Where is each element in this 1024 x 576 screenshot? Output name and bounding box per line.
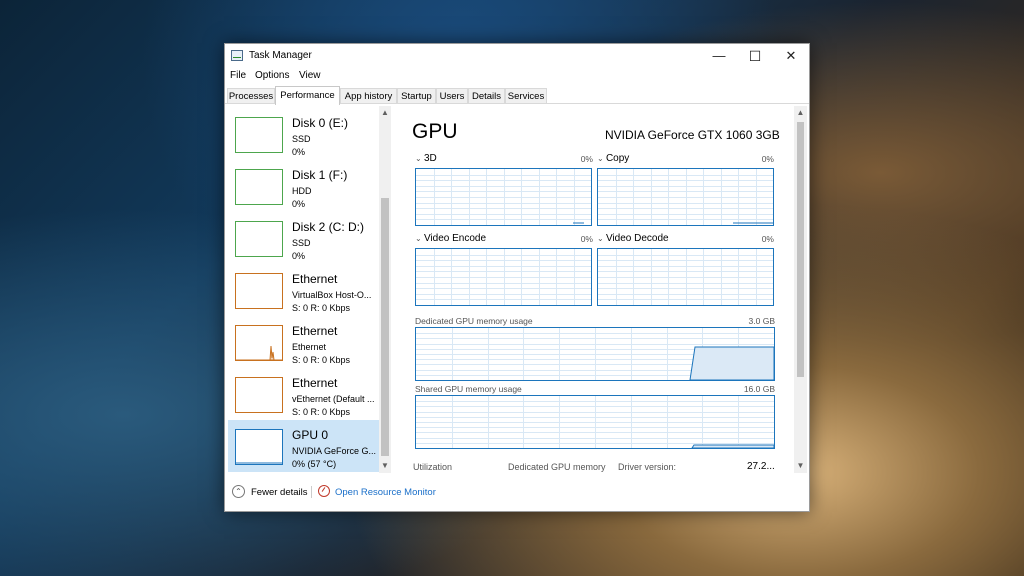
chevron-up-icon[interactable]: ▲: [379, 108, 391, 117]
sidebar-item-gpu-0[interactable]: GPU 0 NVIDIA GeForce G... 0% (57 °C): [228, 420, 379, 472]
engine-label-copy[interactable]: ⌄ Copy: [597, 153, 629, 164]
maximize-button[interactable]: ☐: [737, 44, 773, 68]
menu-options[interactable]: Options: [255, 70, 289, 81]
disk-thumbnail-graph: [235, 221, 283, 257]
stat-driver-version-value: 27.2...: [747, 461, 775, 472]
shared-memory-label: Shared GPU memory usage: [415, 384, 522, 394]
network-thumbnail-graph: [235, 325, 283, 361]
sidebar-item-ethernet[interactable]: Ethernet Ethernet S: 0 R: 0 Kbps: [228, 316, 379, 368]
chevron-down-icon[interactable]: ▼: [379, 461, 391, 470]
menu-file[interactable]: File: [230, 70, 246, 81]
sidebar-item-subtitle: vEthernet (Default ...: [292, 394, 375, 404]
sidebar-item-title: Ethernet: [292, 324, 338, 338]
sidebar-item-ethernet-virtualbox[interactable]: Ethernet VirtualBox Host-O... S: 0 R: 0 …: [228, 264, 379, 316]
gpu-thumbnail-graph: [235, 429, 283, 465]
sidebar-item-title: Disk 2 (C: D:): [292, 220, 364, 234]
engine-graph-copy: [597, 168, 774, 226]
fewer-details-button[interactable]: Fewer details: [251, 487, 308, 498]
chevron-down-icon[interactable]: ▼: [794, 461, 807, 470]
sidebar-item-title: Ethernet: [292, 272, 338, 286]
shared-memory-graph: [415, 395, 775, 449]
sidebar-item-title: Disk 1 (F:): [292, 168, 348, 182]
sidebar-item-title: Disk 0 (E:): [292, 116, 349, 130]
footer: ⌃ Fewer details Open Resource Monitor: [225, 480, 809, 510]
sidebar-item-subtitle: Ethernet: [292, 342, 327, 352]
engine-label-video-encode[interactable]: ⌄ Video Encode: [415, 233, 486, 244]
sidebar-item-value: 0%: [292, 199, 306, 209]
sidebar-item-subtitle: SSD: [292, 134, 311, 144]
sidebar-item-subtitle: SSD: [292, 238, 311, 248]
sidebar-scrollbar[interactable]: ▲ ▼: [379, 106, 391, 473]
stat-dedicated-memory-label: Dedicated GPU memory: [508, 462, 606, 472]
dedicated-memory-graph: [415, 327, 775, 381]
chevron-down-icon: ⌄: [415, 234, 424, 243]
chevron-down-icon: ⌄: [415, 154, 424, 163]
chevron-up-icon[interactable]: ▲: [794, 108, 807, 117]
sidebar-item-title: GPU 0: [292, 428, 329, 442]
tab-services[interactable]: Services: [505, 88, 547, 103]
engine-graph-video-decode: [597, 248, 774, 306]
sidebar-item-value: 0% (57 °C): [292, 459, 337, 469]
sidebar-item-disk-2[interactable]: Disk 2 (C: D:) SSD 0%: [228, 212, 379, 264]
sidebar-item-subtitle: NVIDIA GeForce G...: [292, 446, 377, 456]
sidebar-item-disk-0[interactable]: Disk 0 (E:) SSD 0%: [228, 108, 379, 160]
stat-utilization-label: Utilization: [413, 462, 453, 472]
sidebar-item-value: 0%: [292, 147, 306, 157]
tab-processes[interactable]: Processes: [227, 88, 275, 103]
tab-users[interactable]: Users: [436, 88, 468, 103]
engine-percent-video-encode: 0%: [580, 234, 593, 244]
engine-percent-3d: 0%: [580, 154, 593, 164]
sidebar-scroll-thumb[interactable]: [381, 198, 389, 456]
chevron-down-icon: ⌄: [597, 234, 606, 243]
sidebar-item-value: 0%: [292, 251, 306, 261]
tab-performance[interactable]: Performance: [275, 86, 340, 105]
network-thumbnail-graph: [235, 377, 283, 413]
sidebar-item-subtitle: VirtualBox Host-O...: [292, 290, 372, 300]
network-thumbnail-graph: [235, 273, 283, 309]
main-scroll-thumb[interactable]: [797, 122, 804, 377]
gpu-model-name: NVIDIA GeForce GTX 1060 3GB: [605, 128, 780, 142]
performance-sidebar: Disk 0 (E:) SSD 0% Disk 1 (F:) HDD 0% Di…: [228, 106, 379, 473]
task-manager-window: Task Manager — ☐ ✕ File Options View Pro…: [224, 43, 810, 512]
shared-memory-max: 16.0 GB: [743, 384, 775, 394]
chevron-up-icon[interactable]: ⌃: [232, 485, 245, 498]
engine-graph-3d: [415, 168, 592, 226]
tab-bar: Processes Performance App history Startu…: [225, 86, 809, 105]
task-manager-icon: [231, 50, 243, 61]
tab-startup[interactable]: Startup: [397, 88, 436, 103]
close-button[interactable]: ✕: [773, 44, 809, 68]
dedicated-memory-label: Dedicated GPU memory usage: [415, 316, 533, 326]
menu-view[interactable]: View: [299, 70, 321, 81]
engine-graph-video-encode: [415, 248, 592, 306]
sidebar-item-value: S: 0 R: 0 Kbps: [292, 355, 351, 365]
sidebar-item-disk-1[interactable]: Disk 1 (F:) HDD 0%: [228, 160, 379, 212]
engine-label-3d[interactable]: ⌄ 3D: [415, 153, 437, 164]
stat-driver-version-label: Driver version:: [618, 462, 677, 472]
title-bar[interactable]: Task Manager — ☐ ✕: [225, 44, 809, 68]
dedicated-memory-max: 3.0 GB: [748, 316, 775, 326]
footer-divider: [311, 486, 312, 498]
page-title: GPU: [412, 120, 458, 143]
tab-details[interactable]: Details: [468, 88, 505, 103]
main-scrollbar[interactable]: ▲ ▼: [794, 106, 807, 473]
sidebar-item-value: S: 0 R: 0 Kbps: [292, 407, 351, 417]
disk-thumbnail-graph: [235, 169, 283, 205]
open-resource-monitor-link[interactable]: Open Resource Monitor: [335, 487, 436, 498]
sidebar-item-value: S: 0 R: 0 Kbps: [292, 303, 351, 313]
engine-percent-video-decode: 0%: [761, 234, 774, 244]
sidebar-item-subtitle: HDD: [292, 186, 312, 196]
engine-percent-copy: 0%: [761, 154, 774, 164]
engine-label-video-decode[interactable]: ⌄ Video Decode: [597, 233, 669, 244]
window-title: Task Manager: [249, 50, 312, 61]
sidebar-item-ethernet-vethernet[interactable]: Ethernet vEthernet (Default ... S: 0 R: …: [228, 368, 379, 420]
resource-monitor-icon: [318, 485, 330, 497]
minimize-button[interactable]: —: [701, 44, 737, 68]
disk-thumbnail-graph: [235, 117, 283, 153]
tab-app-history[interactable]: App history: [340, 88, 397, 103]
chevron-down-icon: ⌄: [597, 154, 606, 163]
sidebar-item-title: Ethernet: [292, 376, 338, 390]
